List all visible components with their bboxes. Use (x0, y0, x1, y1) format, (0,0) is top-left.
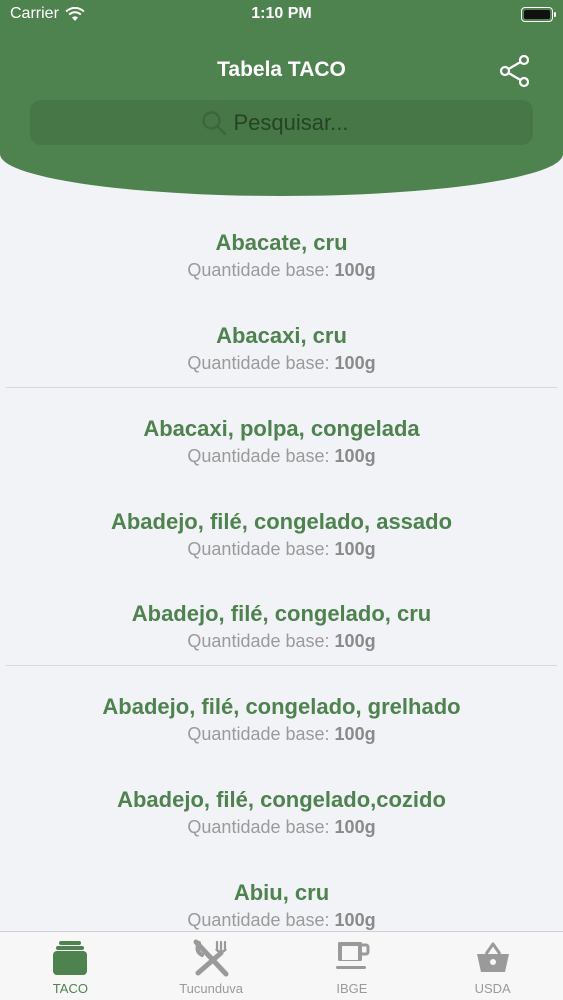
tab-label: USDA (474, 981, 511, 996)
list-item[interactable]: Abadejo, filé, congelado, assado Quantid… (0, 475, 563, 567)
list-item[interactable]: Abadejo, filé, congelado, cru Quantidade… (0, 567, 563, 659)
item-name: Abadejo, filé, congelado, assado (110, 509, 453, 534)
item-name: Abadejo, filé, congelado, grelhado (102, 694, 461, 719)
tab-ibge[interactable]: IBGE (282, 932, 423, 1000)
tab-label: IBGE (336, 981, 368, 996)
header: Carrier 1:10 PM Tabela TACO (0, 0, 563, 196)
quantity-value: 100g (334, 724, 376, 744)
quantity-label: Quantidade base: (187, 817, 330, 837)
item-quantity: Quantidade base: 100g (0, 817, 563, 838)
item-name: Abiu, cru (233, 880, 330, 905)
list-item[interactable]: Abacate, cru Quantidade base: 100g (0, 196, 563, 288)
list-item[interactable]: Abadejo, filé, congelado, grelhado Quant… (0, 660, 563, 752)
clock: 1:10 PM (251, 5, 312, 22)
item-name: Abadejo, filé, congelado,cozido (117, 787, 446, 812)
quantity-value: 100g (334, 539, 376, 559)
tab-bar: TACO Tucunduva IBGE USDA (0, 931, 563, 1000)
page-title: Tabela TACO (217, 58, 346, 81)
tab-label: Tucunduva (179, 981, 244, 996)
quantity-label: Quantidade base: (187, 446, 330, 466)
quantity-label: Quantidade base: (187, 260, 330, 280)
item-quantity: Quantidade base: 100g (0, 446, 563, 467)
item-quantity: Quantidade base: 100g (0, 353, 563, 374)
list-item[interactable]: Abadejo, filé, congelado,cozido Quantida… (0, 753, 563, 845)
quantity-label: Quantidade base: (187, 631, 330, 651)
battery-icon (521, 7, 556, 22)
quantity-label: Quantidade base: (187, 353, 330, 373)
tab-tucunduva[interactable]: Tucunduva (141, 932, 282, 1000)
item-name: Abacaxi, polpa, congelada (143, 416, 420, 441)
quantity-value: 100g (334, 817, 376, 837)
cup-icon (335, 942, 370, 969)
item-name: Abacaxi, cru (216, 323, 347, 348)
quantity-value: 100g (334, 910, 376, 930)
search-input[interactable] (233, 109, 364, 136)
item-quantity: Quantidade base: 100g (0, 539, 563, 560)
item-quantity: Quantidade base: 100g (0, 910, 563, 931)
quantity-value: 100g (334, 446, 376, 466)
item-name: Abadejo, filé, congelado, cru (131, 601, 432, 626)
item-quantity: Quantidade base: 100g (0, 260, 563, 281)
list-item[interactable]: Abacaxi, cru Quantidade base: 100g (0, 289, 563, 381)
basket-icon (476, 942, 509, 972)
tab-label: TACO (52, 981, 88, 996)
food-list: Abacate, cru Quantidade base: 100g Abaca… (0, 196, 563, 931)
tab-usda[interactable]: USDA (422, 932, 563, 1000)
search-bar[interactable] (30, 100, 533, 145)
share-icon[interactable] (498, 54, 532, 88)
list-item[interactable]: Abacaxi, polpa, congelada Quantidade bas… (0, 382, 563, 474)
list-item[interactable]: Abiu, cru Quantidade base: 100g (0, 846, 563, 931)
quantity-label: Quantidade base: (187, 539, 330, 559)
folder-icon (53, 941, 88, 975)
tab-taco[interactable]: TACO (0, 932, 141, 1000)
quantity-label: Quantidade base: (187, 724, 330, 744)
item-quantity: Quantidade base: 100g (0, 724, 563, 745)
quantity-value: 100g (334, 260, 376, 280)
search-icon (201, 110, 226, 135)
quantity-label: Quantidade base: (187, 910, 330, 930)
fork-knife-icon (193, 939, 229, 977)
item-name: Abacate, cru (215, 230, 348, 255)
item-quantity: Quantidade base: 100g (0, 631, 563, 652)
quantity-value: 100g (334, 631, 376, 651)
quantity-value: 100g (334, 353, 376, 373)
status-bar: Carrier 1:10 PM (0, 0, 563, 30)
